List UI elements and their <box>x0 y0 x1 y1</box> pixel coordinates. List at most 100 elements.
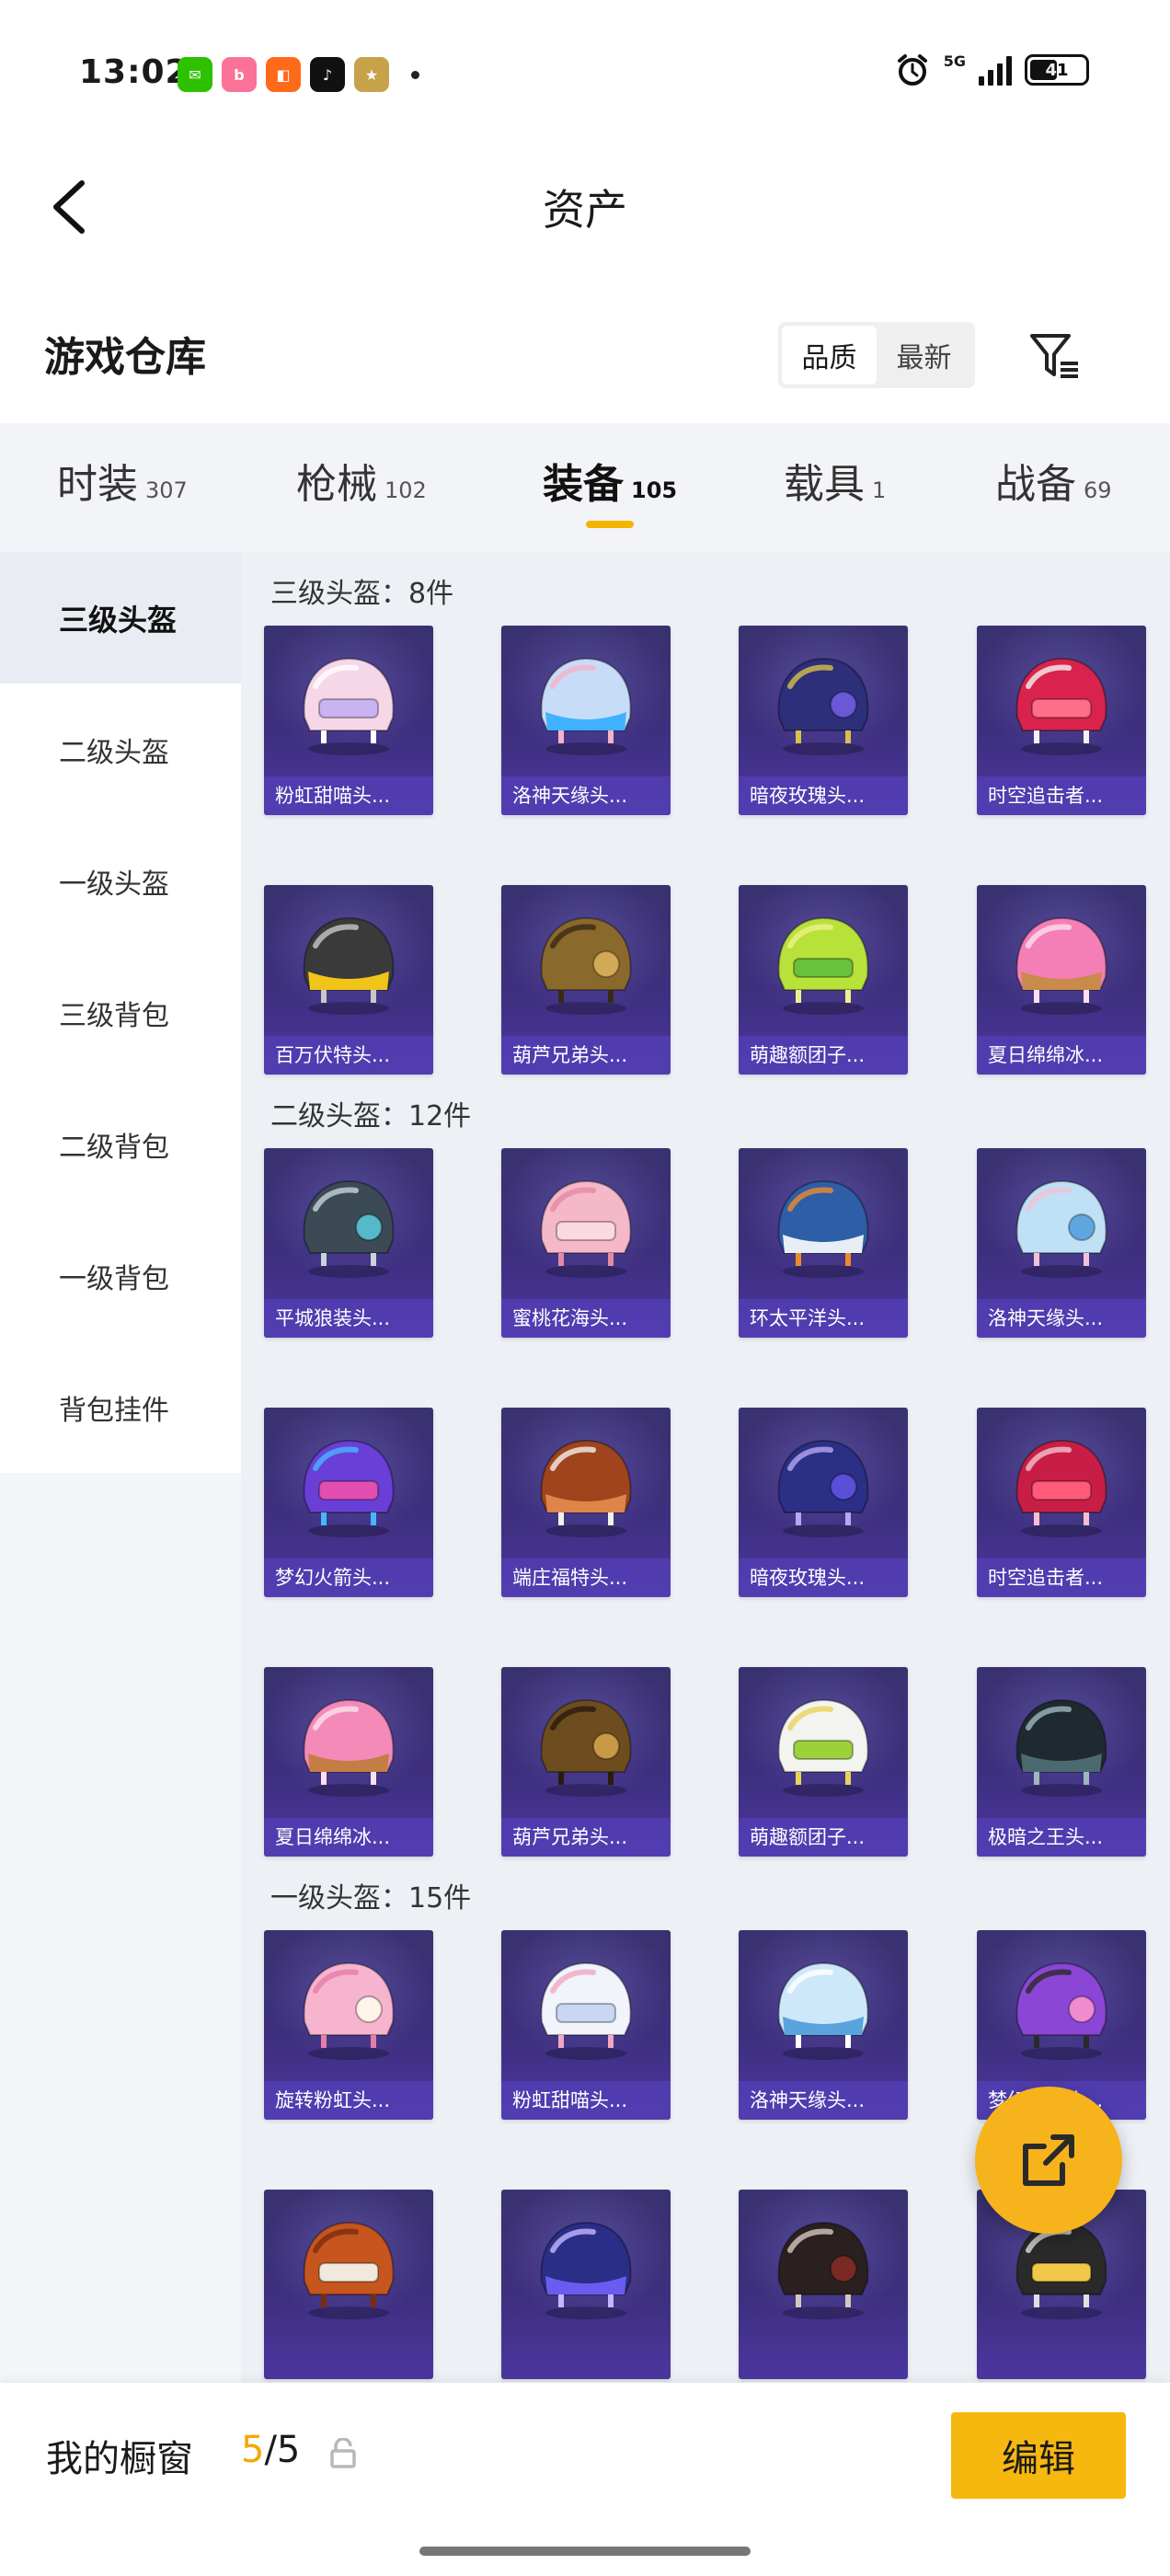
side-nav-item-4[interactable]: 二级背包 <box>0 1078 241 1210</box>
item-card[interactable]: 葫芦兄弟头... <box>501 885 671 1075</box>
warehouse-title: 游戏仓库 <box>44 334 206 381</box>
item-card[interactable] <box>264 2190 433 2379</box>
showcase-count: 5/5 <box>241 2429 300 2471</box>
item-card[interactable]: 葫芦兄弟头... <box>501 1667 671 1857</box>
sort-toggle: 品质 最新 <box>778 322 975 388</box>
status-time: 13:02 <box>79 53 189 91</box>
tab-2[interactable]: 装备 105 <box>543 451 677 534</box>
header: 资产 <box>0 147 1170 267</box>
showcase-total: /5 <box>264 2429 301 2471</box>
helmet-icon <box>303 2221 395 2319</box>
tab-0[interactable]: 时装 307 <box>57 451 188 534</box>
category-tabs: 时装 307 枪械 102 装备 105 载具 1 战备 69 <box>0 423 1170 552</box>
item-name: 端庄福特头... <box>501 1558 671 1597</box>
section-header: 三级头盔：8件 <box>270 578 454 610</box>
item-card[interactable]: 洛神天缘头... <box>977 1148 1146 1338</box>
tab-1[interactable]: 枪械 102 <box>296 451 427 534</box>
helmet-icon <box>540 1961 632 2060</box>
battery-level: 41 <box>1045 60 1069 80</box>
notification-icons: ✉ b ◧ ♪ ★ <box>178 57 419 92</box>
side-nav-item-0[interactable]: 三级头盔 <box>0 552 241 684</box>
item-card[interactable]: 百万伏特头... <box>264 885 433 1075</box>
tab-label: 装备 <box>543 461 624 508</box>
assets-page: 13:02 ✉ b ◧ ♪ ★ 5G 41 资产 游戏仓库 品质 最新 时装 3… <box>0 0 1170 2576</box>
item-card[interactable]: 时空追击者... <box>977 626 1146 815</box>
item-name: 环太平洋头... <box>739 1299 908 1338</box>
side-nav-item-6[interactable]: 背包挂件 <box>0 1341 241 1473</box>
tab-3[interactable]: 载具 1 <box>784 451 886 534</box>
app-orange-icon: ◧ <box>266 57 301 92</box>
item-name: 洛神天缘头... <box>739 2081 908 2120</box>
item-card[interactable]: 洛神天缘头... <box>501 626 671 815</box>
edit-button[interactable]: 编辑 <box>951 2412 1126 2499</box>
helmet-icon <box>1015 1179 1107 1278</box>
sort-by-quality[interactable]: 品质 <box>782 326 877 385</box>
more-notifications-dot <box>411 70 419 79</box>
helmet-icon <box>303 657 395 755</box>
item-card[interactable]: 环太平洋头... <box>739 1148 908 1338</box>
lock-icon <box>330 2438 356 2468</box>
bottom-bar: 我的橱窗 5/5 编辑 <box>0 2383 1170 2576</box>
helmet-icon <box>1015 657 1107 755</box>
item-name: 梦幻火箭头... <box>264 1558 433 1597</box>
item-card[interactable]: 暗夜玫瑰头... <box>739 1408 908 1597</box>
item-card[interactable]: 平城狼装头... <box>264 1148 433 1338</box>
alarm-clock-icon <box>897 54 927 86</box>
network-type: 5G <box>943 52 966 70</box>
item-name: 平城狼装头... <box>264 1299 433 1338</box>
signal-strength-icon <box>979 54 1012 86</box>
item-card[interactable]: 暗夜玫瑰头... <box>739 626 908 815</box>
item-name: 萌趣额团子... <box>739 1036 908 1075</box>
sort-by-newest[interactable]: 最新 <box>877 326 971 385</box>
side-nav-item-1[interactable]: 二级头盔 <box>0 684 241 815</box>
item-card[interactable]: 端庄福特头... <box>501 1408 671 1597</box>
section-header: 一级头盔：15件 <box>270 1882 472 1915</box>
item-card[interactable]: 时空追击者... <box>977 1408 1146 1597</box>
item-name: 暗夜玫瑰头... <box>739 776 908 815</box>
item-name: 洛神天缘头... <box>977 1299 1146 1338</box>
helmet-icon <box>540 1179 632 1278</box>
active-tab-indicator <box>586 521 635 528</box>
helmet-icon <box>777 2221 869 2319</box>
game-app-icon: ★ <box>354 57 389 92</box>
helmet-icon <box>540 916 632 1015</box>
external-link-icon <box>1023 2134 1074 2186</box>
item-card[interactable] <box>501 2190 671 2379</box>
helmet-icon <box>777 1961 869 2060</box>
item-card[interactable]: 旋转粉虹头... <box>264 1930 433 2120</box>
side-nav-item-3[interactable]: 三级背包 <box>0 947 241 1078</box>
item-name: 洛神天缘头... <box>501 776 671 815</box>
helmet-icon <box>777 916 869 1015</box>
item-card[interactable]: 蜜桃花海头... <box>501 1148 671 1338</box>
tiktok-icon: ♪ <box>310 57 345 92</box>
item-card[interactable]: 夏日绵绵冰... <box>264 1667 433 1857</box>
item-card[interactable]: 梦幻火箭头... <box>264 1408 433 1597</box>
side-nav-item-5[interactable]: 一级背包 <box>0 1210 241 1341</box>
helmet-icon <box>1015 1961 1107 2060</box>
item-card[interactable]: 夏日绵绵冰... <box>977 885 1146 1075</box>
tab-count: 1 <box>872 477 887 503</box>
item-card[interactable]: 萌趣额团子... <box>739 1667 908 1857</box>
tab-4[interactable]: 战备 69 <box>995 451 1112 534</box>
tab-count: 69 <box>1084 477 1112 503</box>
tab-label: 载具 <box>784 461 865 508</box>
filter-icon <box>1030 334 1078 378</box>
item-card[interactable]: 萌趣额团子... <box>739 885 908 1075</box>
helmet-icon <box>303 1961 395 2060</box>
item-card[interactable]: 洛神天缘头... <box>739 1930 908 2120</box>
item-card[interactable] <box>739 2190 908 2379</box>
item-card[interactable]: 极暗之王头... <box>977 1667 1146 1857</box>
side-nav-item-2[interactable]: 一级头盔 <box>0 815 241 947</box>
tab-label: 战备 <box>995 461 1076 508</box>
section-header: 二级头盔：12件 <box>270 1100 472 1133</box>
share-button[interactable] <box>975 2087 1122 2234</box>
side-nav: 三级头盔 二级头盔 一级头盔 三级背包 二级背包 一级背包 背包挂件 <box>0 552 241 2383</box>
item-card[interactable]: 粉虹甜喵头... <box>264 626 433 815</box>
item-name: 极暗之王头... <box>977 1818 1146 1857</box>
helmet-icon <box>777 657 869 755</box>
item-name: 旋转粉虹头... <box>264 2081 433 2120</box>
filter-button[interactable] <box>1023 324 1087 388</box>
item-name: 粉虹甜喵头... <box>264 776 433 815</box>
item-name: 百万伏特头... <box>264 1036 433 1075</box>
item-card[interactable]: 粉虹甜喵头... <box>501 1930 671 2120</box>
